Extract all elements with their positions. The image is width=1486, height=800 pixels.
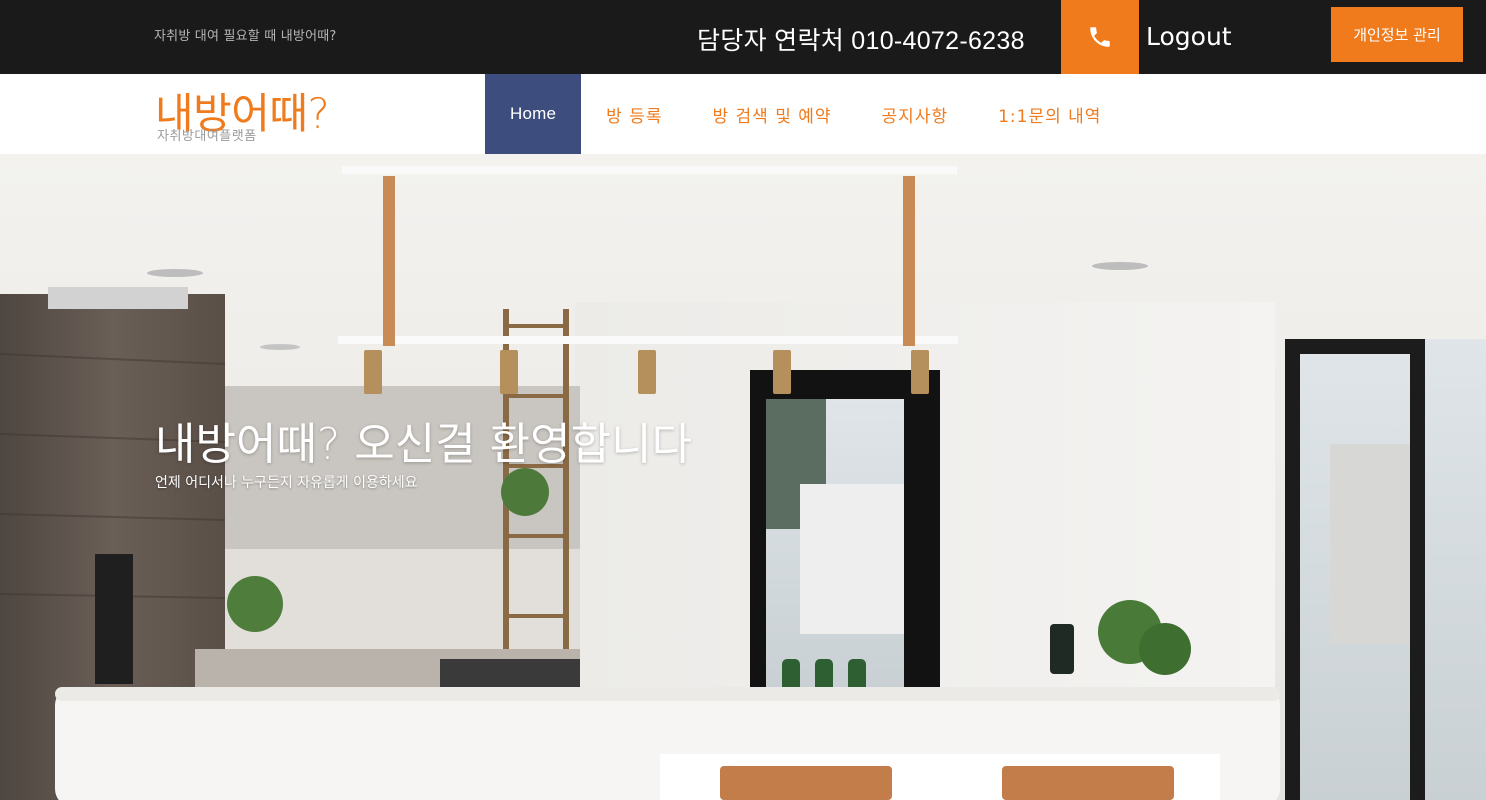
hero-subtitle: 언제 어디서나 누구든지 자유롭게 이용하세요: [155, 475, 418, 491]
hero-banner: 내방어때? 오신걸 환영합니다 언제 어디서나 누구든지 자유롭게 이용하세요: [0, 154, 1486, 800]
nav-item-notices[interactable]: 공지사항: [857, 74, 974, 154]
phone-icon: [1090, 27, 1110, 47]
logo-subtitle: 자취방대여플랫폼: [157, 129, 257, 144]
nav-item-home[interactable]: Home: [485, 74, 582, 154]
nav-item-search-reserve[interactable]: 방 검색 및 예약: [687, 74, 856, 154]
logout-link[interactable]: Logout: [1146, 22, 1232, 51]
hero-title: 내방어때? 오신걸 환영합니다: [155, 419, 693, 470]
profile-management-button[interactable]: 개인정보 관리: [1331, 7, 1463, 62]
main-nav: Home 방 등록 방 검색 및 예약 공지사항 1:1문의 내역: [485, 74, 1126, 154]
tagline: 자취방 대여 필요할 때 내방어때?: [154, 29, 337, 44]
nav-item-register-room[interactable]: 방 등록: [581, 74, 687, 154]
top-bar: 자취방 대여 필요할 때 내방어때? 담당자 연락처 010-4072-6238…: [0, 0, 1486, 74]
phone-button[interactable]: [1061, 0, 1139, 74]
nav-item-inquiries[interactable]: 1:1문의 내역: [973, 74, 1126, 154]
site-header: 내방어때? 자취방대여플랫폼 Home 방 등록 방 검색 및 예약 공지사항 …: [0, 74, 1486, 154]
contact-number: 담당자 연락처 010-4072-6238: [697, 27, 1025, 55]
